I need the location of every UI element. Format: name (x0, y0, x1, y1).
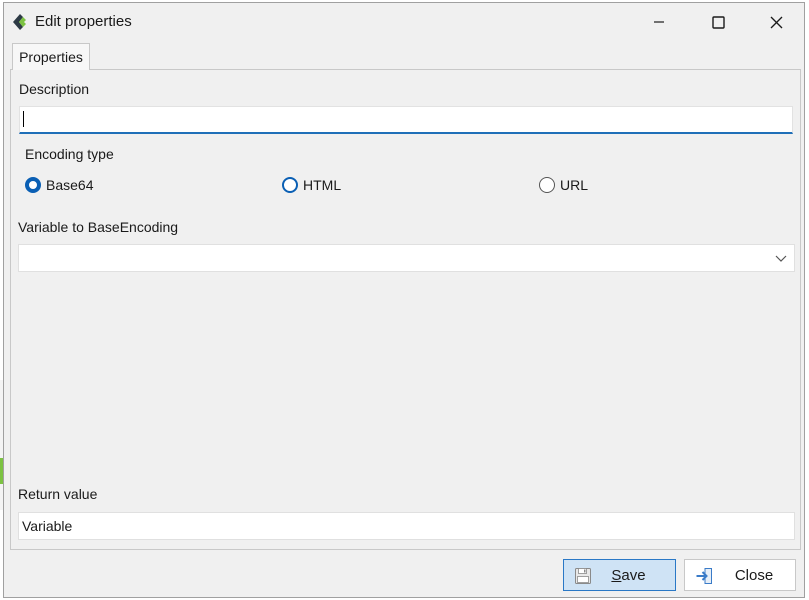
return-value-label: Return value (18, 486, 98, 502)
variable-label: Variable to BaseEncoding (18, 219, 179, 235)
minimize-button[interactable] (631, 3, 687, 41)
maximize-icon (711, 15, 725, 29)
close-icon (770, 16, 782, 28)
return-value-text: Variable (22, 518, 73, 534)
radio-url-label: URL (560, 177, 589, 193)
minimize-icon (654, 21, 664, 23)
edit-properties-dialog: Edit properties Properties Description E… (3, 2, 805, 598)
app-logo-icon (13, 14, 26, 30)
save-button[interactable]: Save (563, 559, 676, 591)
window-title: Edit properties (35, 13, 132, 30)
title-bar[interactable]: Edit properties (4, 3, 804, 41)
radio-url[interactable]: URL (539, 177, 588, 193)
radio-html-label: HTML (303, 177, 342, 193)
variable-select[interactable] (18, 244, 795, 272)
radio-html[interactable]: HTML (282, 177, 341, 193)
close-window-button[interactable] (748, 3, 804, 41)
encoding-type-label: Encoding type (25, 146, 114, 162)
chevron-down-icon (775, 255, 787, 262)
description-label: Description (19, 81, 90, 97)
return-value-input[interactable]: Variable (18, 512, 795, 540)
radio-base64[interactable]: Base64 (25, 177, 93, 193)
tab-properties[interactable]: Properties (12, 43, 90, 70)
maximize-button[interactable] (690, 3, 746, 41)
save-button-label: Save (611, 566, 646, 584)
description-input[interactable] (19, 106, 793, 134)
radio-unchecked-icon (539, 177, 555, 193)
close-button[interactable]: Close (684, 559, 796, 591)
radio-base64-label: Base64 (46, 177, 94, 193)
properties-panel: Description Encoding type Base64 HTML UR… (10, 69, 801, 550)
close-button-label: Close (734, 566, 774, 584)
radio-unchecked-icon (282, 177, 298, 193)
text-caret (23, 111, 24, 127)
radio-checked-icon (25, 177, 41, 193)
